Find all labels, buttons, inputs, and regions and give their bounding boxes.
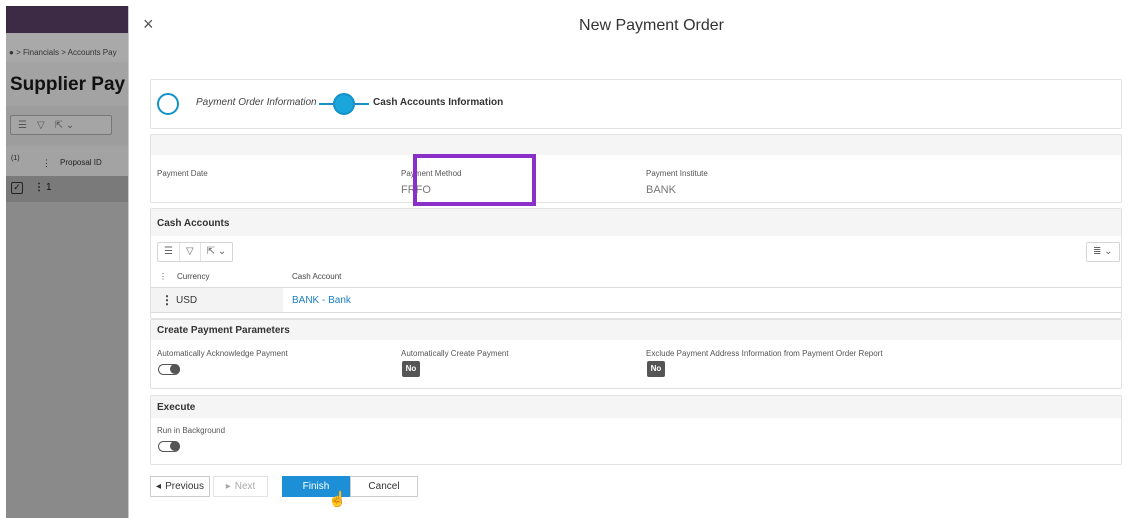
filter-icon: ▽ — [36, 119, 45, 131]
arrow-right-icon: ▸ — [225, 481, 231, 492]
list-icon: ☰ — [18, 119, 27, 131]
background-page: ● > Financials > Accounts Pay Supplier P… — [6, 6, 128, 518]
payment-params-title: Create Payment Parameters — [151, 320, 1121, 340]
currency-header[interactable]: Currency — [177, 272, 209, 281]
background-page-title: Supplier Pay — [6, 62, 128, 106]
payment-params-card: Create Payment Parameters Automatically … — [150, 319, 1122, 389]
payment-date-label: Payment Date — [157, 169, 208, 178]
background-table-row: ✓ ⋮ 1 — [6, 176, 128, 202]
background-toolbar-group: ☰ ▽ ⇱ ⌄ — [10, 115, 112, 135]
grid-toolbar: ☰ ▽ ⇱ ⌄ — [157, 242, 234, 262]
cash-accounts-title: Cash Accounts — [151, 209, 1121, 236]
step-2-circle[interactable] — [333, 93, 355, 115]
auto-ack-toggle[interactable] — [158, 364, 180, 375]
hand-cursor-icon: ☝ — [328, 491, 347, 508]
new-payment-order-dialog: × New Payment Order Payment Order Inform… — [128, 6, 1134, 518]
filter-icon[interactable]: ▽ — [180, 243, 201, 261]
column-menu-icon: ⋮ — [42, 158, 51, 168]
currency-cell: USD — [176, 295, 198, 306]
cash-account-header[interactable]: Cash Account — [292, 272, 341, 281]
cancel-button[interactable]: Cancel — [350, 476, 418, 497]
wizard-stepper: Payment Order Information Cash Accounts … — [150, 79, 1122, 129]
row-count: (1) — [11, 155, 20, 162]
execute-card: Execute Run in Background — [150, 395, 1122, 465]
step-2-label[interactable]: Cash Accounts Information — [373, 97, 503, 108]
background-table-header: (1) ⋮ Proposal ID — [6, 146, 128, 176]
table-row[interactable]: ⋮ USD BANK - Bank — [151, 287, 1121, 313]
info-header-strip — [151, 135, 1121, 155]
dialog-title: New Payment Order — [579, 17, 724, 34]
proposal-id-cell: 1 — [46, 182, 52, 193]
row-menu-icon: ⋮ — [34, 182, 44, 193]
step-1-label[interactable]: Payment Order Information — [196, 97, 317, 108]
export-icon[interactable]: ⇱ ⌄ — [201, 243, 233, 261]
column-menu-icon[interactable]: ⋮ — [159, 272, 167, 281]
auto-ack-label: Automatically Acknowledge Payment — [157, 349, 288, 358]
step-1-circle[interactable] — [157, 93, 179, 115]
next-button[interactable]: ▸ Next — [213, 476, 268, 497]
execute-title: Execute — [151, 396, 1121, 418]
step-connector — [355, 103, 369, 105]
proposal-id-header: Proposal ID — [60, 158, 102, 167]
cash-accounts-card: Cash Accounts ☰ ▽ ⇱ ⌄ ≣ ⌄ ⋮ Currency Cas… — [150, 208, 1122, 319]
row-checkbox-icon: ✓ — [11, 182, 23, 194]
view-options-icon[interactable]: ≣ ⌄ — [1087, 243, 1119, 261]
run-background-label: Run in Background — [157, 426, 226, 435]
arrow-left-icon: ◂ — [156, 481, 162, 492]
cash-account-link[interactable]: BANK - Bank — [292, 295, 351, 306]
previous-button[interactable]: ◂ Previous — [150, 476, 210, 497]
export-icon: ⇱ ⌄ — [54, 119, 75, 131]
step-connector — [319, 103, 333, 105]
payment-institute-value: BANK — [646, 184, 676, 196]
payment-institute-label: Payment Institute — [646, 169, 708, 178]
exclude-address-value: No — [647, 361, 665, 377]
breadcrumb-dot-icon: ● — [9, 48, 14, 57]
list-icon[interactable]: ☰ — [158, 243, 180, 261]
view-options: ≣ ⌄ — [1086, 242, 1120, 262]
payment-info-card: Payment Date Payment Method FRFO Payment… — [150, 134, 1122, 206]
row-menu-icon[interactable]: ⋮ — [161, 293, 173, 307]
background-breadcrumb: ● > Financials > Accounts Pay — [6, 33, 128, 62]
payment-method-highlight — [413, 154, 536, 206]
auto-create-value: No — [402, 361, 420, 377]
exclude-address-label: Exclude Payment Address Information from… — [646, 349, 883, 358]
background-topbar — [6, 6, 128, 33]
run-background-toggle[interactable] — [158, 441, 180, 452]
auto-create-label: Automatically Create Payment — [401, 349, 509, 358]
background-toolbar: ☰ ▽ ⇱ ⌄ — [6, 106, 128, 146]
